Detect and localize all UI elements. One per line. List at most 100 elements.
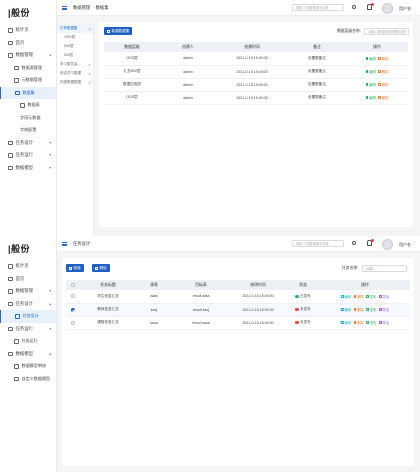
- delete-link[interactable]: 删除: [353, 307, 364, 312]
- column-header: 数据层级: [104, 42, 160, 52]
- delete-link[interactable]: 删除: [378, 69, 388, 74]
- sidebar-item[interactable]: 数据表: [0, 99, 56, 112]
- edit-link[interactable]: 编辑: [340, 294, 351, 299]
- sidebar-item[interactable]: 任务设计 ▼: [0, 137, 56, 150]
- publish-link[interactable]: 发布: [366, 307, 376, 312]
- table-header: 任务标题 源表 目标表 修改时间 状态 操作: [66, 280, 410, 290]
- delete-link[interactable]: 删除: [378, 82, 388, 87]
- row-checkbox[interactable]: [71, 320, 75, 325]
- edit-link[interactable]: 编辑: [365, 56, 376, 61]
- table-cell: admin: [160, 91, 216, 105]
- new-dataset-button[interactable]: 新建数据集: [104, 27, 133, 35]
- sidebar-item[interactable]: 任务运行 ▼: [0, 149, 56, 162]
- task-search-input[interactable]: 请输入...: [362, 264, 407, 272]
- sidebar-item-label: 首页: [15, 275, 25, 281]
- search-icon[interactable]: [352, 240, 356, 245]
- sidebar-item[interactable]: 数据集: [0, 86, 56, 99]
- global-search-input[interactable]: 搜索人员数据库的名称: [292, 4, 344, 11]
- row-checkbox[interactable]: [71, 294, 75, 299]
- sidebar-item[interactable]: 数据模型 ▲: [0, 348, 56, 361]
- edit-icon: [365, 56, 369, 60]
- edit-link[interactable]: 编辑: [340, 320, 351, 325]
- sidebar-item[interactable]: 自定义数据模型: [0, 373, 56, 386]
- delete-link[interactable]: 删除: [353, 294, 364, 299]
- plus-icon: [107, 29, 110, 33]
- table-row: ODS层 admin 2021-0-15 15:00:00 设置数备注 编辑 删除: [104, 91, 408, 105]
- sidebar-item[interactable]: 首页: [0, 273, 56, 286]
- app-logo: |般份: [8, 7, 31, 18]
- chevron-icon: ▼: [88, 80, 91, 85]
- tree-node-label: 已有数据集: [60, 26, 78, 30]
- tree-node[interactable]: ODS层: [57, 33, 93, 42]
- sidebar-item[interactable]: 统计页: [0, 260, 56, 273]
- column-header: 创建人: [160, 42, 216, 52]
- actions-cell: 编辑 删除: [346, 78, 408, 92]
- username[interactable]: 用户名: [399, 242, 411, 248]
- actions-cell: 编辑 删除 发布 导出: [320, 316, 410, 330]
- table-cell: 2021-0-15 15:00:00: [230, 303, 286, 317]
- export-label: 导出: [382, 308, 390, 312]
- tree-node[interactable]: 学习委员会... ▼: [57, 60, 93, 69]
- edit-link[interactable]: 编辑: [365, 82, 376, 87]
- breadcrumb-item[interactable]: 数据管理: [73, 5, 90, 10]
- edit-link[interactable]: 编辑: [340, 307, 351, 312]
- sidebar-item[interactable]: 首页: [0, 37, 56, 50]
- actions-cell: 编辑 删除 发布 导出: [320, 290, 410, 304]
- breadcrumb: 任务设计: [73, 241, 90, 247]
- tree-node[interactable]: 已有数据集 ▲: [57, 24, 93, 33]
- select-all-checkbox[interactable]: [71, 283, 75, 288]
- menu-toggle-icon[interactable]: [62, 241, 67, 246]
- delete-link[interactable]: 删除: [378, 56, 388, 61]
- tree-node[interactable]: 综合学习数据 ▼: [57, 69, 93, 78]
- status-dot-icon: [295, 320, 299, 325]
- export-link[interactable]: 导出: [378, 307, 390, 312]
- dataset-search-input[interactable]: 请输入要搜索的数据集名称: [364, 27, 409, 35]
- sidebar-item[interactable]: 数据管理 ▲: [0, 49, 56, 62]
- chevron-icon: ▼: [88, 71, 91, 76]
- tree-node[interactable]: DM层: [57, 51, 93, 60]
- delete-link[interactable]: 删除: [353, 320, 364, 325]
- table-cell: 教师信息汇总: [80, 303, 136, 317]
- menu-icon: [8, 276, 13, 281]
- actions-cell: 编辑 删除 发布 导出: [320, 303, 410, 317]
- tree-node[interactable]: DW层: [57, 42, 93, 51]
- sidebar-item[interactable]: 统计页: [0, 24, 56, 37]
- menu-icon: [8, 28, 13, 33]
- chevron-icon: ▲: [48, 351, 52, 356]
- screen-task-design: |般份 统计页 首页 数据管理 ▼ 任务设计 ▲ 任务设计 任务运行 ▼ 任务运行 数据模型 ▲ 数据模…: [0, 236, 420, 472]
- tree-node-label: DW层: [64, 44, 74, 48]
- sidebar-item[interactable]: 任务设计 ▲: [0, 298, 56, 311]
- publish-link[interactable]: 发布: [366, 294, 376, 299]
- delete-link[interactable]: 删除: [378, 95, 388, 100]
- global-search-input[interactable]: 搜索人员数据库的名称: [292, 240, 344, 247]
- sidebar-item-label: 任务运行: [15, 325, 34, 331]
- sidebar-item[interactable]: 数据模型审核: [0, 360, 56, 373]
- username[interactable]: 用户名: [399, 6, 411, 12]
- export-link[interactable]: 导出: [378, 320, 389, 325]
- add-task-button[interactable]: 新增: [66, 264, 84, 272]
- sidebar-item[interactable]: 字段元数据: [0, 112, 56, 125]
- table-cell: kacj: [136, 303, 172, 317]
- sidebar-item[interactable]: 数据源管理: [0, 62, 56, 75]
- edit-link[interactable]: 编辑: [365, 69, 376, 74]
- menu-toggle-icon[interactable]: [62, 5, 67, 10]
- publish-link[interactable]: 发布: [366, 320, 376, 325]
- sidebar-item-label: 数据管理: [15, 52, 34, 58]
- sidebar-item[interactable]: 元数据管理: [0, 74, 56, 87]
- sidebar-item[interactable]: 数据管理 ▼: [0, 285, 56, 298]
- tree-node[interactable]: 内部数据数据 ▼: [57, 78, 93, 87]
- export-link[interactable]: 导出: [378, 294, 389, 299]
- row-checkbox[interactable]: [71, 307, 75, 312]
- sidebar-item[interactable]: 任务运行 ▼: [0, 323, 56, 336]
- edit-link[interactable]: 编辑: [365, 95, 376, 100]
- avatar[interactable]: [382, 238, 393, 250]
- delete-task-button[interactable]: 删除: [92, 264, 110, 272]
- sidebar-item[interactable]: 任务运行: [0, 335, 56, 348]
- status-label: 未发布: [300, 319, 311, 324]
- select-all-header[interactable]: [66, 280, 80, 290]
- sidebar-item[interactable]: 数据模型 ▼: [0, 162, 56, 175]
- sidebar-item[interactable]: 字典配置: [0, 124, 56, 137]
- search-icon[interactable]: [352, 4, 356, 9]
- avatar[interactable]: [382, 2, 393, 14]
- sidebar-item[interactable]: 任务设计: [0, 310, 56, 323]
